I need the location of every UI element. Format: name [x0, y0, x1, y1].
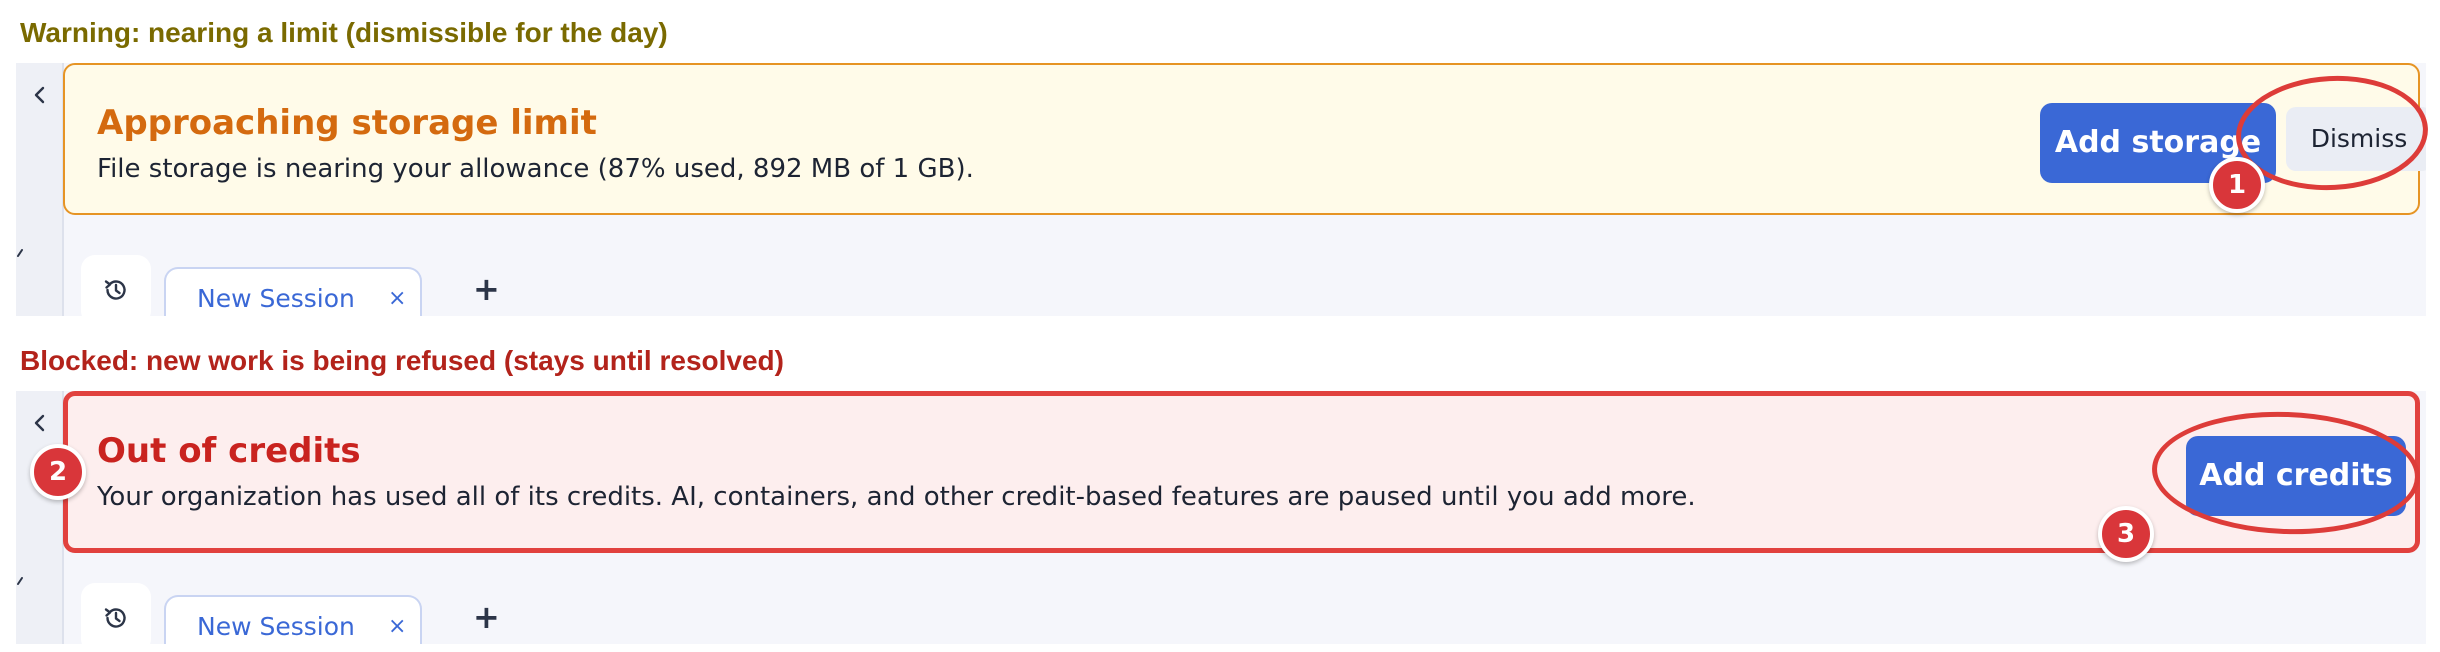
- side-rail: [16, 63, 64, 316]
- rail-tick-icon: [17, 577, 23, 585]
- chevron-left-icon[interactable]: [28, 83, 52, 107]
- warning-app-panel: Approaching storage limit File storage i…: [16, 63, 2426, 316]
- tab-new-session[interactable]: New Session ×: [164, 267, 422, 316]
- tab-new-session[interactable]: New Session ×: [164, 595, 422, 644]
- add-credits-button[interactable]: Add credits: [2186, 436, 2406, 516]
- dismiss-button[interactable]: Dismiss: [2286, 107, 2426, 171]
- add-tab-button[interactable]: +: [473, 597, 500, 637]
- history-icon: [104, 608, 126, 628]
- rail-tick-icon: [17, 249, 23, 257]
- add-tab-button[interactable]: +: [473, 269, 500, 309]
- side-rail: [16, 391, 64, 644]
- annotation-marker-1: 1: [2209, 157, 2265, 213]
- out-of-credits-banner: Out of credits Your organization has use…: [63, 391, 2420, 553]
- page: Warning: nearing a limit (dismissible fo…: [0, 0, 2440, 652]
- close-icon[interactable]: ×: [388, 614, 406, 640]
- tab-label: New Session: [197, 284, 355, 313]
- warning-section-caption: Warning: nearing a limit (dismissible fo…: [20, 17, 668, 48]
- storage-warning-banner: Approaching storage limit File storage i…: [63, 63, 2426, 215]
- history-button[interactable]: [81, 255, 151, 316]
- blocked-app-panel: Out of credits Your organization has use…: [16, 391, 2426, 644]
- chevron-left-icon[interactable]: [28, 411, 52, 435]
- banner-description: File storage is nearing your allowance (…: [97, 154, 974, 184]
- history-button[interactable]: [81, 583, 151, 644]
- banner-title: Out of credits: [97, 431, 361, 471]
- annotation-marker-3: 3: [2098, 506, 2154, 562]
- history-icon: [104, 280, 126, 300]
- tab-label: New Session: [197, 612, 355, 641]
- annotation-marker-2: 2: [30, 444, 86, 500]
- close-icon[interactable]: ×: [388, 286, 406, 312]
- banner-title: Approaching storage limit: [97, 103, 597, 143]
- blocked-section-caption: Blocked: new work is being refused (stay…: [20, 345, 784, 376]
- banner-description: Your organization has used all of its cr…: [97, 482, 1696, 512]
